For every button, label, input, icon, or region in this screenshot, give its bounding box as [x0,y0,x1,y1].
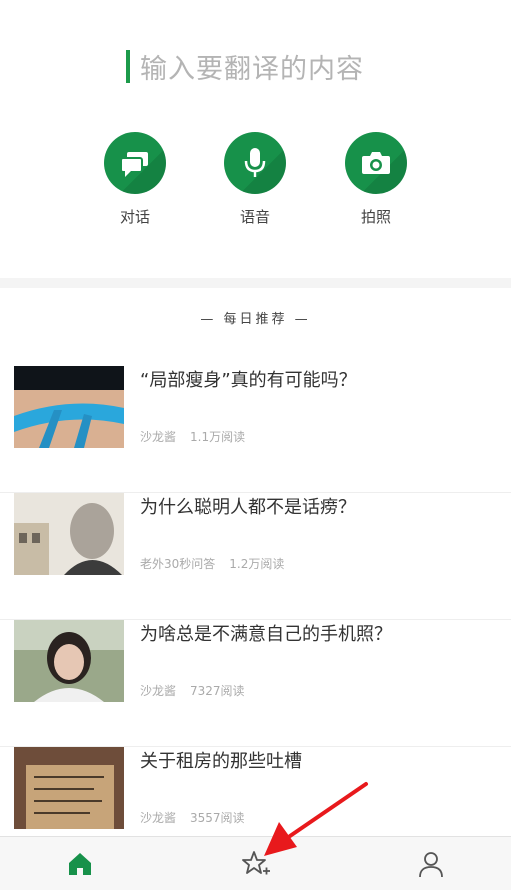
article-thumbnail [14,620,124,702]
article-meta: 沙龙酱 1.1万阅读 [140,428,245,445]
article-author: 沙龙酱 [140,684,177,698]
conversation-button[interactable]: 对话 [90,132,180,227]
photo-button[interactable]: 拍照 [331,132,421,227]
translate-placeholder: 输入要翻译的内容 [140,53,364,85]
conversation-label: 对话 [119,208,150,226]
translate-panel: 输入要翻译的内容 对话 语音 拍照 [0,0,511,278]
article-item[interactable]: “局部瘦身”真的有可能吗？ 沙龙酱 1.1万阅读 [0,366,511,493]
article-title: 为啥总是不满意自己的手机照？ [140,624,392,645]
article-item[interactable]: 为啥总是不满意自己的手机照？ 沙龙酱 7327阅读 [0,620,511,747]
microphone-icon [224,132,286,194]
article-thumbnail [14,366,124,448]
article-meta: 沙龙酱 3557阅读 [140,809,245,826]
voice-button[interactable]: 语音 [210,132,300,227]
star-plus-icon [242,851,270,875]
article-meta: 沙龙酱 7327阅读 [140,682,245,699]
photo-label: 拍照 [360,208,391,226]
tab-home[interactable] [65,849,95,879]
article-meta: 老外30秒问答 1.2万阅读 [140,555,284,572]
text-cursor [126,49,130,83]
translate-input[interactable]: 输入要翻译的内容 [126,48,364,85]
article-reads: 1.1万阅读 [190,430,246,444]
chat-bubbles-icon [104,132,166,194]
tab-profile[interactable] [416,849,446,879]
camera-icon [345,132,407,194]
article-item[interactable]: 关于租房的那些吐槽 沙龙酱 3557阅读 [0,747,511,836]
article-author: 老外30秒问答 [140,557,216,571]
daily-recommend-section: — 每日推荐 — “局部瘦身”真的有可能吗？ 沙龙酱 1.1万阅读 为什么聪明人都… [0,288,511,836]
section-title: — 每日推荐 — [200,312,311,327]
voice-label: 语音 [239,208,270,226]
article-title: 为什么聪明人都不是话痨？ [140,497,356,518]
article-reads: 1.2万阅读 [229,557,285,571]
bottom-tab-bar [0,836,511,890]
article-title: “局部瘦身”真的有可能吗？ [140,370,357,391]
article-reads: 7327阅读 [190,684,245,698]
article-author: 沙龙酱 [140,811,177,825]
article-title: 关于租房的那些吐槽 [140,751,302,772]
tab-favorites[interactable] [241,849,271,879]
article-item[interactable]: 为什么聪明人都不是话痨？ 老外30秒问答 1.2万阅读 [0,493,511,620]
home-icon [69,853,91,875]
article-author: 沙龙酱 [140,430,177,444]
article-thumbnail [14,493,124,575]
article-thumbnail [14,747,124,829]
user-icon [419,852,443,878]
article-reads: 3557阅读 [190,811,245,825]
